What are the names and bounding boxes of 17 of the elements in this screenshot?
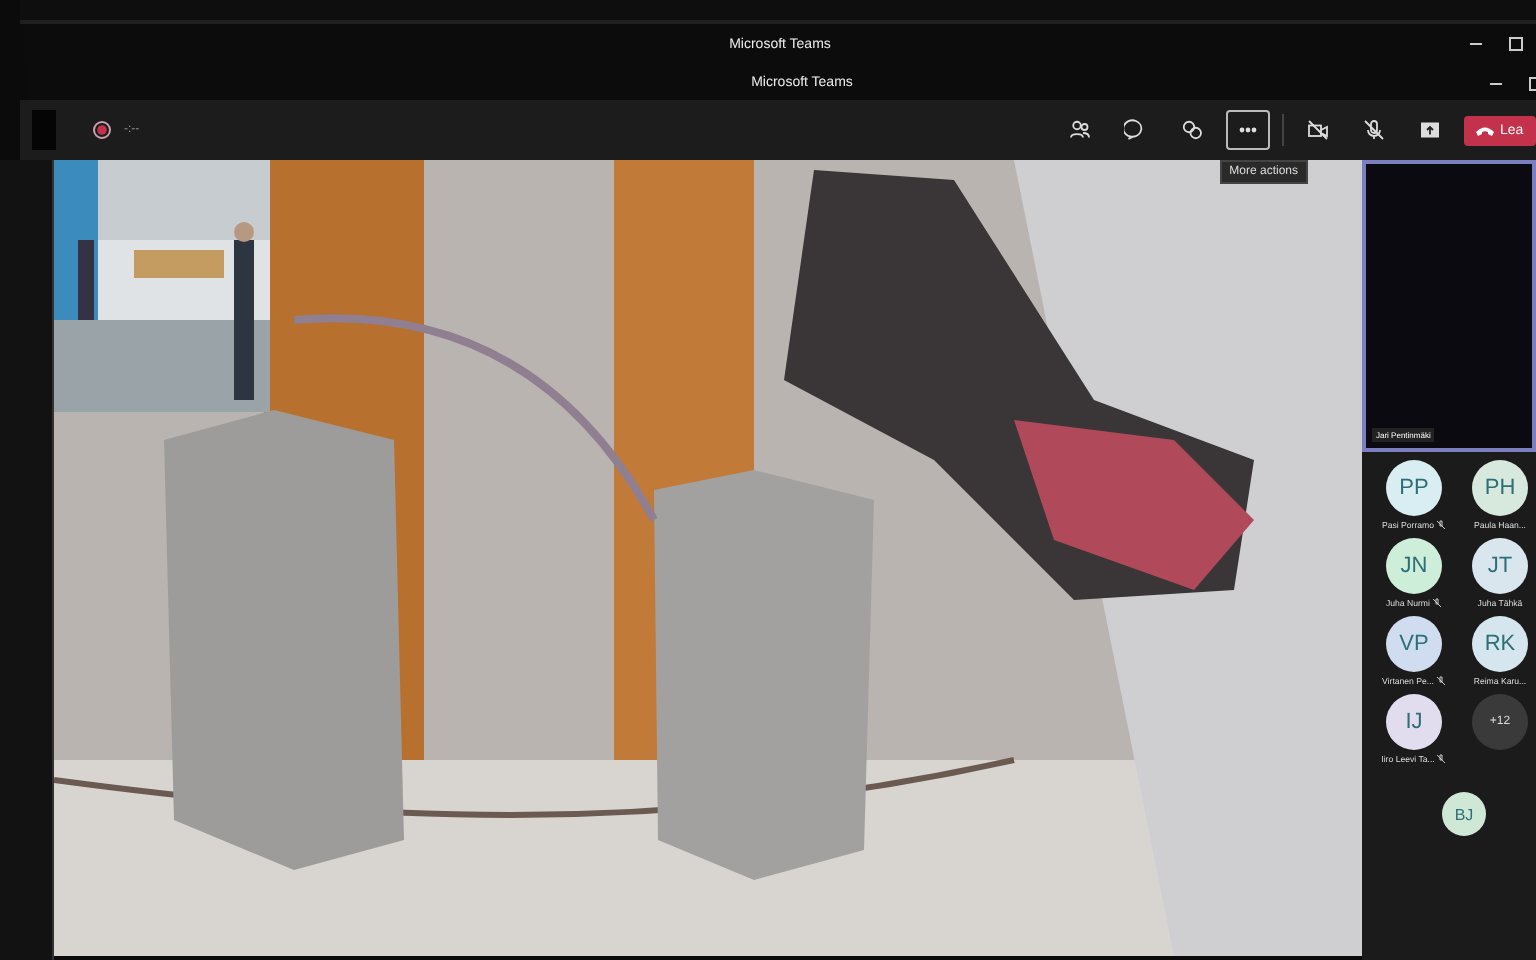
avatar: PP bbox=[1386, 460, 1442, 516]
maximize-icon[interactable] bbox=[1508, 36, 1524, 52]
chat-icon bbox=[1124, 118, 1148, 142]
reactions-icon bbox=[1180, 118, 1204, 142]
avatar: VP bbox=[1386, 616, 1442, 672]
record-icon bbox=[92, 120, 112, 140]
avatar: RK bbox=[1472, 616, 1528, 672]
avatar: JN bbox=[1386, 538, 1442, 594]
people-icon bbox=[1068, 118, 1092, 142]
avatar: JT bbox=[1472, 538, 1528, 594]
phone-icon bbox=[1476, 125, 1494, 135]
share-icon bbox=[1418, 118, 1442, 142]
camera-off-icon bbox=[1306, 118, 1330, 142]
avatar: BJ bbox=[1442, 792, 1486, 836]
mic-off-icon bbox=[1362, 118, 1386, 142]
avatar: PH bbox=[1472, 460, 1528, 516]
avatar: IJ bbox=[1386, 694, 1442, 750]
